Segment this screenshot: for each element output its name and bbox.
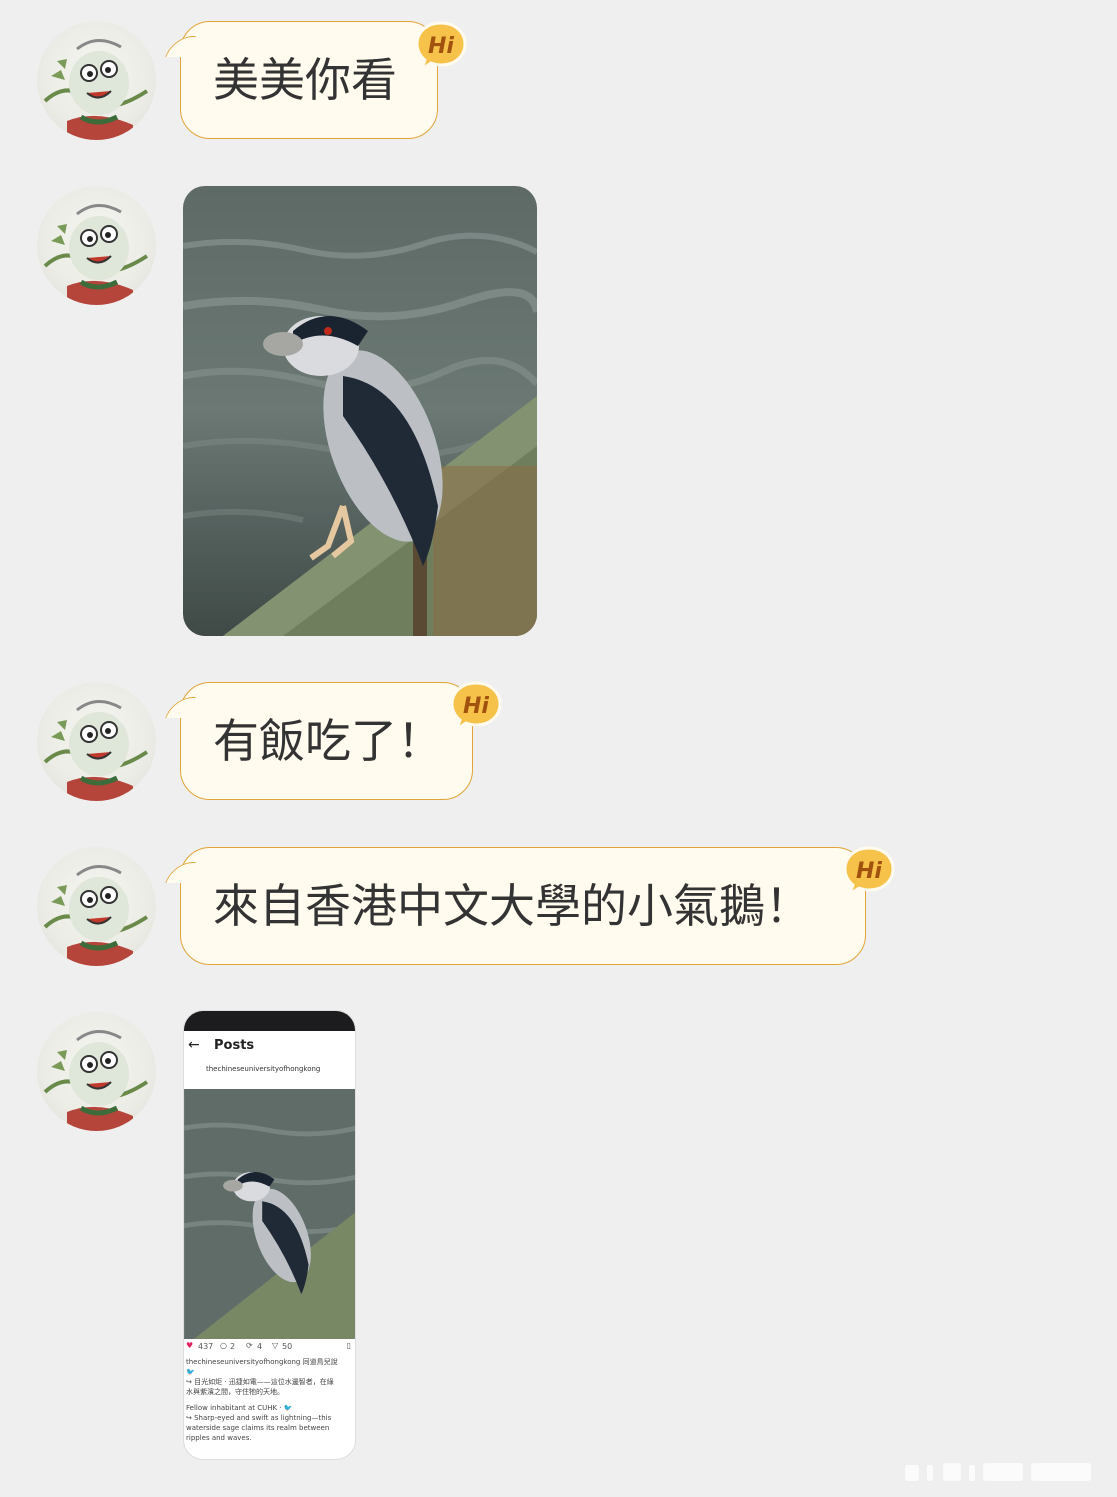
message-text: 來自香港中文大學的小氣鵝！ <box>213 879 811 933</box>
dragon-avatar-icon <box>43 1030 149 1131</box>
message-bubble[interactable]: 來自香港中文大學的小氣鵝！ <box>165 847 866 965</box>
bubble-tail <box>165 36 196 57</box>
phone-status-bar <box>184 1011 355 1031</box>
watermark-logo <box>903 1461 1103 1485</box>
message-bubble[interactable]: 有飯吃了！ <box>165 682 473 800</box>
heron-photo[interactable] <box>183 186 537 636</box>
hi-badge-label: Hi <box>463 694 489 719</box>
post-account-name: thechineseuniversityofhongkong <box>206 1065 321 1073</box>
bubble-tail <box>165 697 196 718</box>
repost-icon: ⟳ <box>246 1341 253 1350</box>
post-caption: thechineseuniversityofhongkong 同道鳥兒說 🐦 ↪… <box>184 1357 355 1443</box>
hi-badge-icon: Hi <box>414 19 468 73</box>
message-bubble[interactable]: 美美你看 <box>165 21 438 139</box>
post-header-title: Posts <box>214 1038 255 1053</box>
post-screenshot-image[interactable]: ← Posts thechineseuniversityofhongkong ♥… <box>183 1010 356 1460</box>
sender-avatar[interactable] <box>37 847 156 966</box>
caption-line: waterside sage claims its realm between <box>186 1424 330 1432</box>
caption-line: thechineseuniversityofhongkong 同道鳥兒說 <box>186 1358 338 1366</box>
repost-count: 4 <box>257 1342 263 1351</box>
post-heron-photo <box>184 1089 355 1339</box>
dragon-avatar-icon <box>43 700 149 801</box>
comment-icon: ○ <box>220 1341 227 1350</box>
dragon-avatar-icon <box>43 865 149 966</box>
sender-avatar[interactable] <box>37 21 156 140</box>
comment-count: 2 <box>230 1342 236 1351</box>
message-text: 有飯吃了！ <box>213 714 443 768</box>
post-header: ← Posts thechineseuniversityofhongkong <box>184 1031 355 1089</box>
caption-line: ↪ Sharp-eyed and swift as lightning—this <box>186 1414 332 1422</box>
post-action-bar: ♥ 437 ○ 2 ⟳ 4 ▽ 50 ▯ <box>184 1339 355 1357</box>
hi-badge-icon: Hi <box>842 844 896 898</box>
back-arrow-icon: ← <box>188 1037 200 1053</box>
hi-badge-icon: Hi <box>449 679 503 733</box>
hi-badge-label: Hi <box>856 859 882 884</box>
dragon-avatar-icon <box>43 39 149 140</box>
bookmark-icon: ▯ <box>346 1341 351 1350</box>
caption-line: 水與紫濱之間，守住牠的天地。 <box>186 1388 284 1396</box>
share-icon: ▽ <box>272 1341 279 1350</box>
like-count: 437 <box>198 1342 214 1351</box>
hi-badge-label: Hi <box>428 34 454 59</box>
share-count: 50 <box>282 1342 293 1351</box>
sender-avatar[interactable] <box>37 1012 156 1131</box>
caption-line: ripples and waves. <box>186 1434 252 1442</box>
dragon-avatar-icon <box>43 204 149 305</box>
caption-line: 🐦 <box>186 1368 195 1376</box>
message-text: 美美你看 <box>213 53 397 107</box>
bubble-tail <box>165 862 196 883</box>
sender-avatar[interactable] <box>37 682 156 801</box>
caption-line: Fellow inhabitant at CUHK · 🐦 <box>186 1404 293 1412</box>
caption-line: ↪ 目光如炬 · 迅捷如電——這位水邊智者，在綠 <box>186 1378 334 1386</box>
heart-icon: ♥ <box>186 1341 194 1350</box>
sender-avatar[interactable] <box>37 186 156 305</box>
